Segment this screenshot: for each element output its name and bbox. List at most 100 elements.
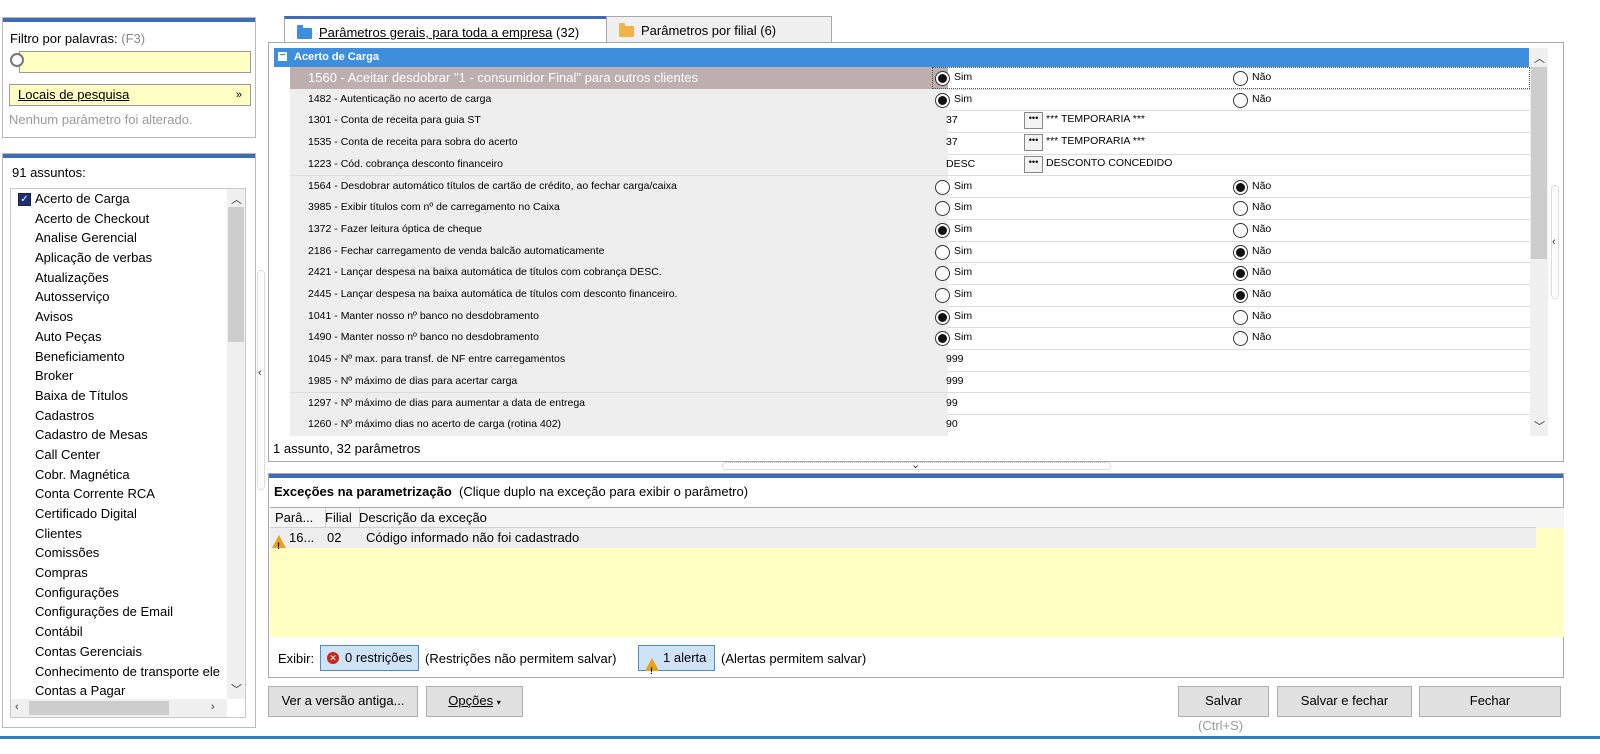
radio-nao[interactable] <box>1233 201 1248 217</box>
subject-item[interactable]: Clientes <box>11 524 227 544</box>
scroll-down-icon[interactable]: ﹀ <box>231 681 242 697</box>
subject-item[interactable]: ✓ Acerto de Carga <box>11 189 227 209</box>
ellipsis-button[interactable]: ••• <box>1024 155 1043 173</box>
subject-item[interactable]: Cadastros <box>11 406 227 426</box>
radio-sim[interactable] <box>935 179 950 195</box>
scroll-up-icon[interactable]: ︿ <box>1534 50 1545 66</box>
subject-item[interactable]: Call Center <box>11 445 227 465</box>
subject-item[interactable]: Configurações <box>11 583 227 603</box>
param-row[interactable]: 1535 - Conta de receita para sobra do ac… <box>290 132 1544 155</box>
param-row[interactable]: 3985 - Exibir títulos com nº de carregam… <box>290 197 1544 220</box>
param-row[interactable]: 1560 - Aceitar desdobrar "1 - consumidor… <box>290 67 1544 90</box>
subjects-hscroll[interactable]: ‹ › <box>11 699 227 717</box>
radio-nao[interactable] <box>1233 244 1248 260</box>
group-header[interactable]: − Acerto de Carga <box>274 48 1529 67</box>
subjects-vscroll[interactable]: ︿ ﹀ <box>227 189 245 699</box>
subject-item[interactable]: Analise Gerencial <box>11 228 227 248</box>
subject-item[interactable]: Cobr. Magnética <box>11 465 227 485</box>
subject-item[interactable]: Auto Peças <box>11 327 227 347</box>
subject-item[interactable]: Contas a Pagar <box>11 681 227 701</box>
subject-item[interactable]: Comissões <box>11 543 227 563</box>
params-vscroll-thumb[interactable] <box>1531 67 1547 259</box>
radio-nao[interactable] <box>1233 266 1248 282</box>
vertical-splitter[interactable]: ‹ <box>257 270 265 490</box>
param-row[interactable]: 1045 - Nº max. para transf. de NF entre … <box>290 349 1544 372</box>
subject-item[interactable]: Aplicação de verbas <box>11 248 227 268</box>
subject-item[interactable]: Cadastro de Mesas <box>11 425 227 445</box>
scroll-right-icon[interactable]: › <box>211 701 215 713</box>
alerts-filter-button[interactable]: 1 alerta <box>638 645 715 683</box>
search-locations-dropdown[interactable]: Locais de pesquisa » <box>9 84 251 106</box>
subject-item[interactable]: Broker <box>11 366 227 386</box>
param-value[interactable]: 90 <box>946 414 958 435</box>
param-row[interactable]: 1223 - Cód. cobrança desconto financeiro… <box>290 153 1544 177</box>
col-param[interactable]: Parâ... <box>270 508 326 528</box>
radio-nao[interactable] <box>1233 92 1248 108</box>
radio-nao[interactable] <box>1233 331 1248 347</box>
save-close-button[interactable]: Salvar e fechar <box>1277 686 1412 717</box>
horizontal-splitter[interactable]: ⌄ <box>722 459 1111 471</box>
radio-nao[interactable] <box>1233 179 1248 195</box>
ellipsis-button[interactable]: ••• <box>1024 134 1043 152</box>
subject-item[interactable]: Compras <box>11 563 227 583</box>
restrictions-filter-button[interactable]: ✕ 0 restrições <box>320 645 419 671</box>
param-row[interactable]: 2445 - Lançar despesa na baixa automátic… <box>290 284 1544 307</box>
param-value[interactable]: 37 <box>946 132 958 153</box>
subjects-vscroll-thumb[interactable] <box>228 207 244 342</box>
subjects-hscroll-thumb[interactable] <box>29 701 169 715</box>
params-vscroll[interactable]: ︿ ﹀ <box>1530 48 1548 436</box>
radio-sim[interactable] <box>935 244 950 260</box>
subject-item[interactable]: Baixa de Títulos <box>11 386 227 406</box>
subject-item[interactable]: Acerto de Checkout <box>11 209 227 229</box>
subject-item[interactable]: Atualizações <box>11 268 227 288</box>
scroll-up-icon[interactable]: ︿ <box>231 191 242 207</box>
param-row[interactable]: 1260 - Nº máximo dias no acerto de carga… <box>290 414 1544 436</box>
subject-item[interactable]: Conta Corrente RCA <box>11 484 227 504</box>
radio-sim[interactable] <box>935 92 950 108</box>
options-button[interactable]: Opções ▾ <box>426 686 523 717</box>
param-row[interactable]: 2186 - Fechar carregamento de venda balc… <box>290 240 1544 264</box>
param-row[interactable]: 1297 - Nº máximo de dias para aumentar a… <box>290 392 1544 416</box>
save-button[interactable]: Salvar <box>1178 686 1269 717</box>
subject-item[interactable]: Configurações de Email <box>11 602 227 622</box>
scroll-left-icon[interactable]: ‹ <box>15 701 19 713</box>
param-row[interactable]: 1372 - Fazer leitura óptica de cheque Sim… <box>290 218 1544 242</box>
radio-nao[interactable] <box>1233 309 1248 325</box>
param-row[interactable]: 2421 - Lançar despesa na baixa automátic… <box>290 262 1544 285</box>
checkbox-checked-icon[interactable]: ✓ <box>18 193 31 206</box>
search-input[interactable] <box>19 51 251 73</box>
radio-nao[interactable] <box>1233 222 1248 238</box>
param-row[interactable]: 1041 - Manter nosso nº banco no desdobra… <box>290 305 1544 329</box>
collapse-group-icon[interactable]: − <box>278 51 287 61</box>
param-value[interactable]: 999 <box>946 371 964 392</box>
radio-nao[interactable] <box>1233 288 1248 303</box>
ellipsis-button[interactable]: ••• <box>1024 112 1043 130</box>
subject-item[interactable]: Avisos <box>11 307 227 327</box>
param-value[interactable]: DESC <box>946 154 975 175</box>
param-row[interactable]: 1564 - Desdobrar automático títulos de c… <box>290 175 1544 199</box>
param-value[interactable]: 37 <box>946 110 958 131</box>
subject-item[interactable]: Contas Gerenciais <box>11 642 227 662</box>
exception-row[interactable]: 16... 02 Código informado não foi cadast… <box>270 528 1536 556</box>
tab-branch-params[interactable]: Parâmetros por filial (6) <box>606 16 832 45</box>
subject-item[interactable]: Autosserviço <box>11 287 227 307</box>
exceptions-vscroll[interactable] <box>1536 508 1564 528</box>
col-description[interactable]: Descrição da exceção <box>354 508 1542 528</box>
subject-item[interactable]: Conhecimento de transporte ele <box>11 662 227 682</box>
old-version-button[interactable]: Ver a versão antiga... <box>268 686 418 717</box>
right-splitter[interactable]: ‹ <box>1551 185 1559 299</box>
param-row[interactable]: 1301 - Conta de receita para guia ST 37 ••… <box>290 110 1544 134</box>
param-row[interactable]: 1482 - Autenticação no acerto de carga Si… <box>290 88 1544 112</box>
close-button[interactable]: Fechar <box>1419 686 1561 717</box>
param-row[interactable]: 1490 - Manter nosso nº banco no desdobra… <box>290 327 1544 351</box>
param-value[interactable]: 999 <box>946 349 964 370</box>
subject-item[interactable]: Beneficiamento <box>11 347 227 367</box>
param-value[interactable]: 99 <box>946 393 958 414</box>
radio-sim[interactable] <box>935 222 950 238</box>
radio-sim[interactable] <box>935 288 950 303</box>
radio-sim[interactable] <box>935 309 950 325</box>
subject-item[interactable]: Certificado Digital <box>11 504 227 524</box>
subject-item[interactable]: Contábil <box>11 622 227 642</box>
param-row[interactable]: 1985 - Nº máximo de dias para acertar ca… <box>290 370 1544 394</box>
scroll-down-icon[interactable]: ﹀ <box>1534 418 1545 434</box>
